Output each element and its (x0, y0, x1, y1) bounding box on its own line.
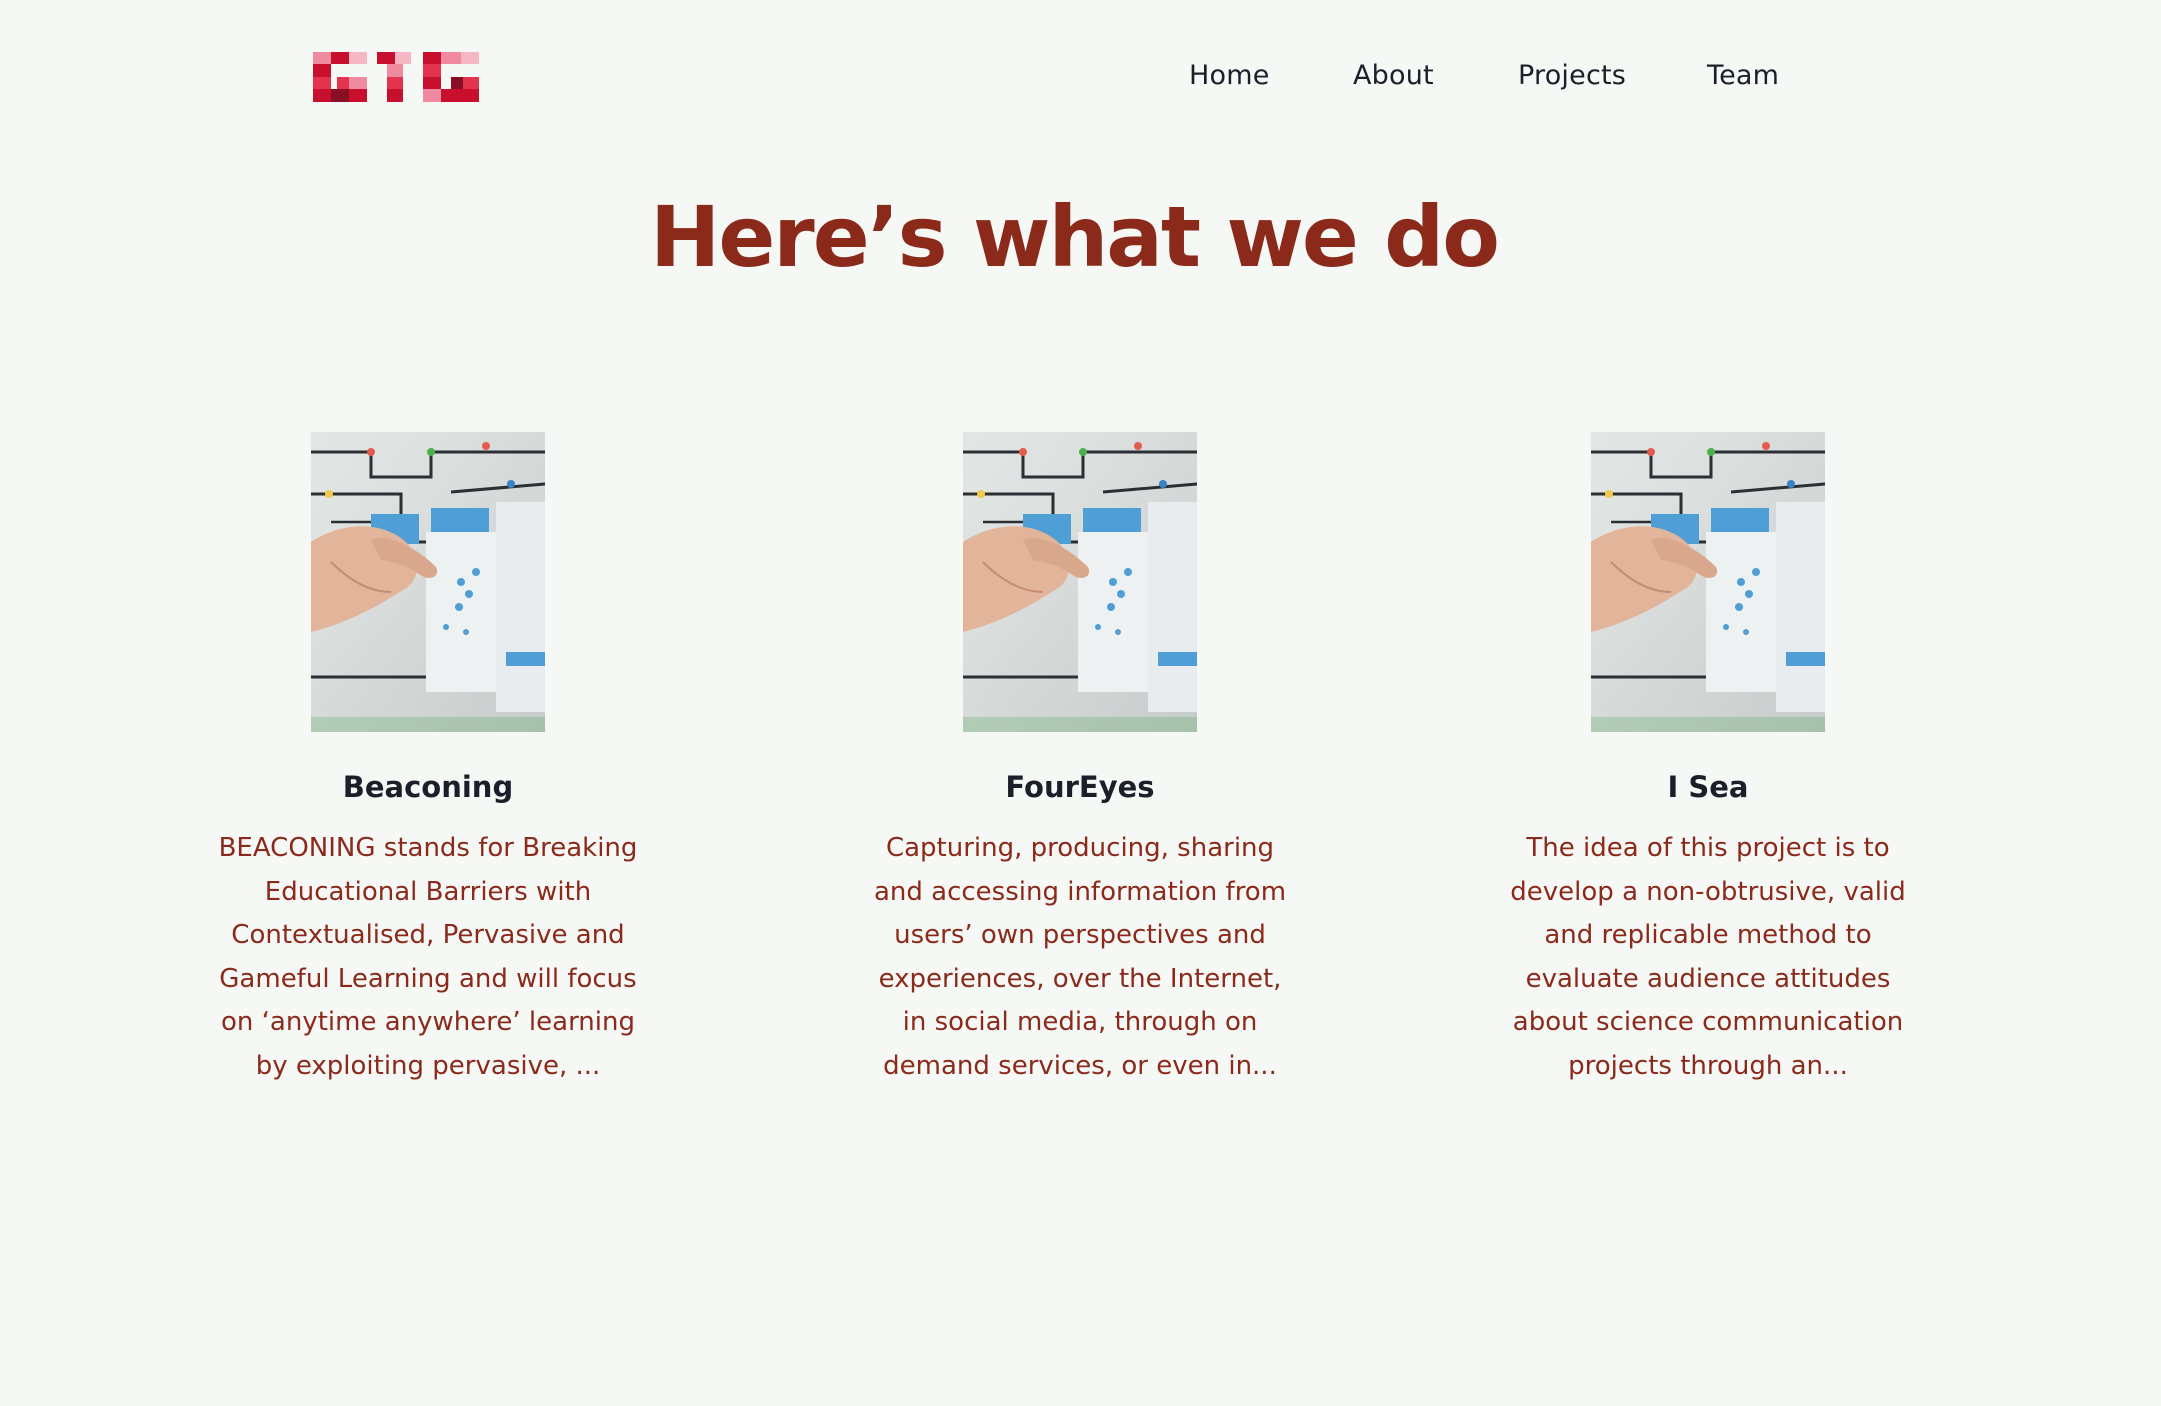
nav-team-link[interactable]: Team (1707, 60, 1779, 91)
project-image[interactable] (963, 432, 1197, 732)
project-photo (1591, 432, 1825, 732)
project-title[interactable]: I Sea (1488, 767, 1928, 807)
project-card-i-sea[interactable]: I Sea The idea of this project is to dev… (1488, 432, 1928, 1088)
nav-home-link[interactable]: Home (1189, 60, 1270, 91)
main-nav: Home About Projects Team (0, 60, 2161, 100)
project-description: BEACONING stands for Breaking Educationa… (218, 833, 638, 1081)
page-headline: Here’s what we do (650, 188, 1500, 286)
site-header: Home About Projects Team (0, 0, 2161, 160)
project-photo (963, 432, 1197, 732)
project-description: Capturing, producing, sharing and access… (873, 833, 1287, 1081)
project-image[interactable] (1591, 432, 1825, 732)
project-photo (311, 432, 545, 732)
project-card-foureyes[interactable]: FourEyes Capturing, producing, sharing a… (860, 432, 1300, 1088)
project-image[interactable] (311, 432, 545, 732)
project-description: The idea of this project is to develop a… (1510, 833, 1906, 1081)
nav-projects-link[interactable]: Projects (1518, 60, 1626, 91)
project-card-beaconing[interactable]: Beaconing BEACONING stands for Breaking … (208, 432, 648, 1088)
nav-about-link[interactable]: About (1353, 60, 1434, 91)
project-title[interactable]: FourEyes (860, 767, 1300, 807)
project-title[interactable]: Beaconing (208, 767, 648, 807)
